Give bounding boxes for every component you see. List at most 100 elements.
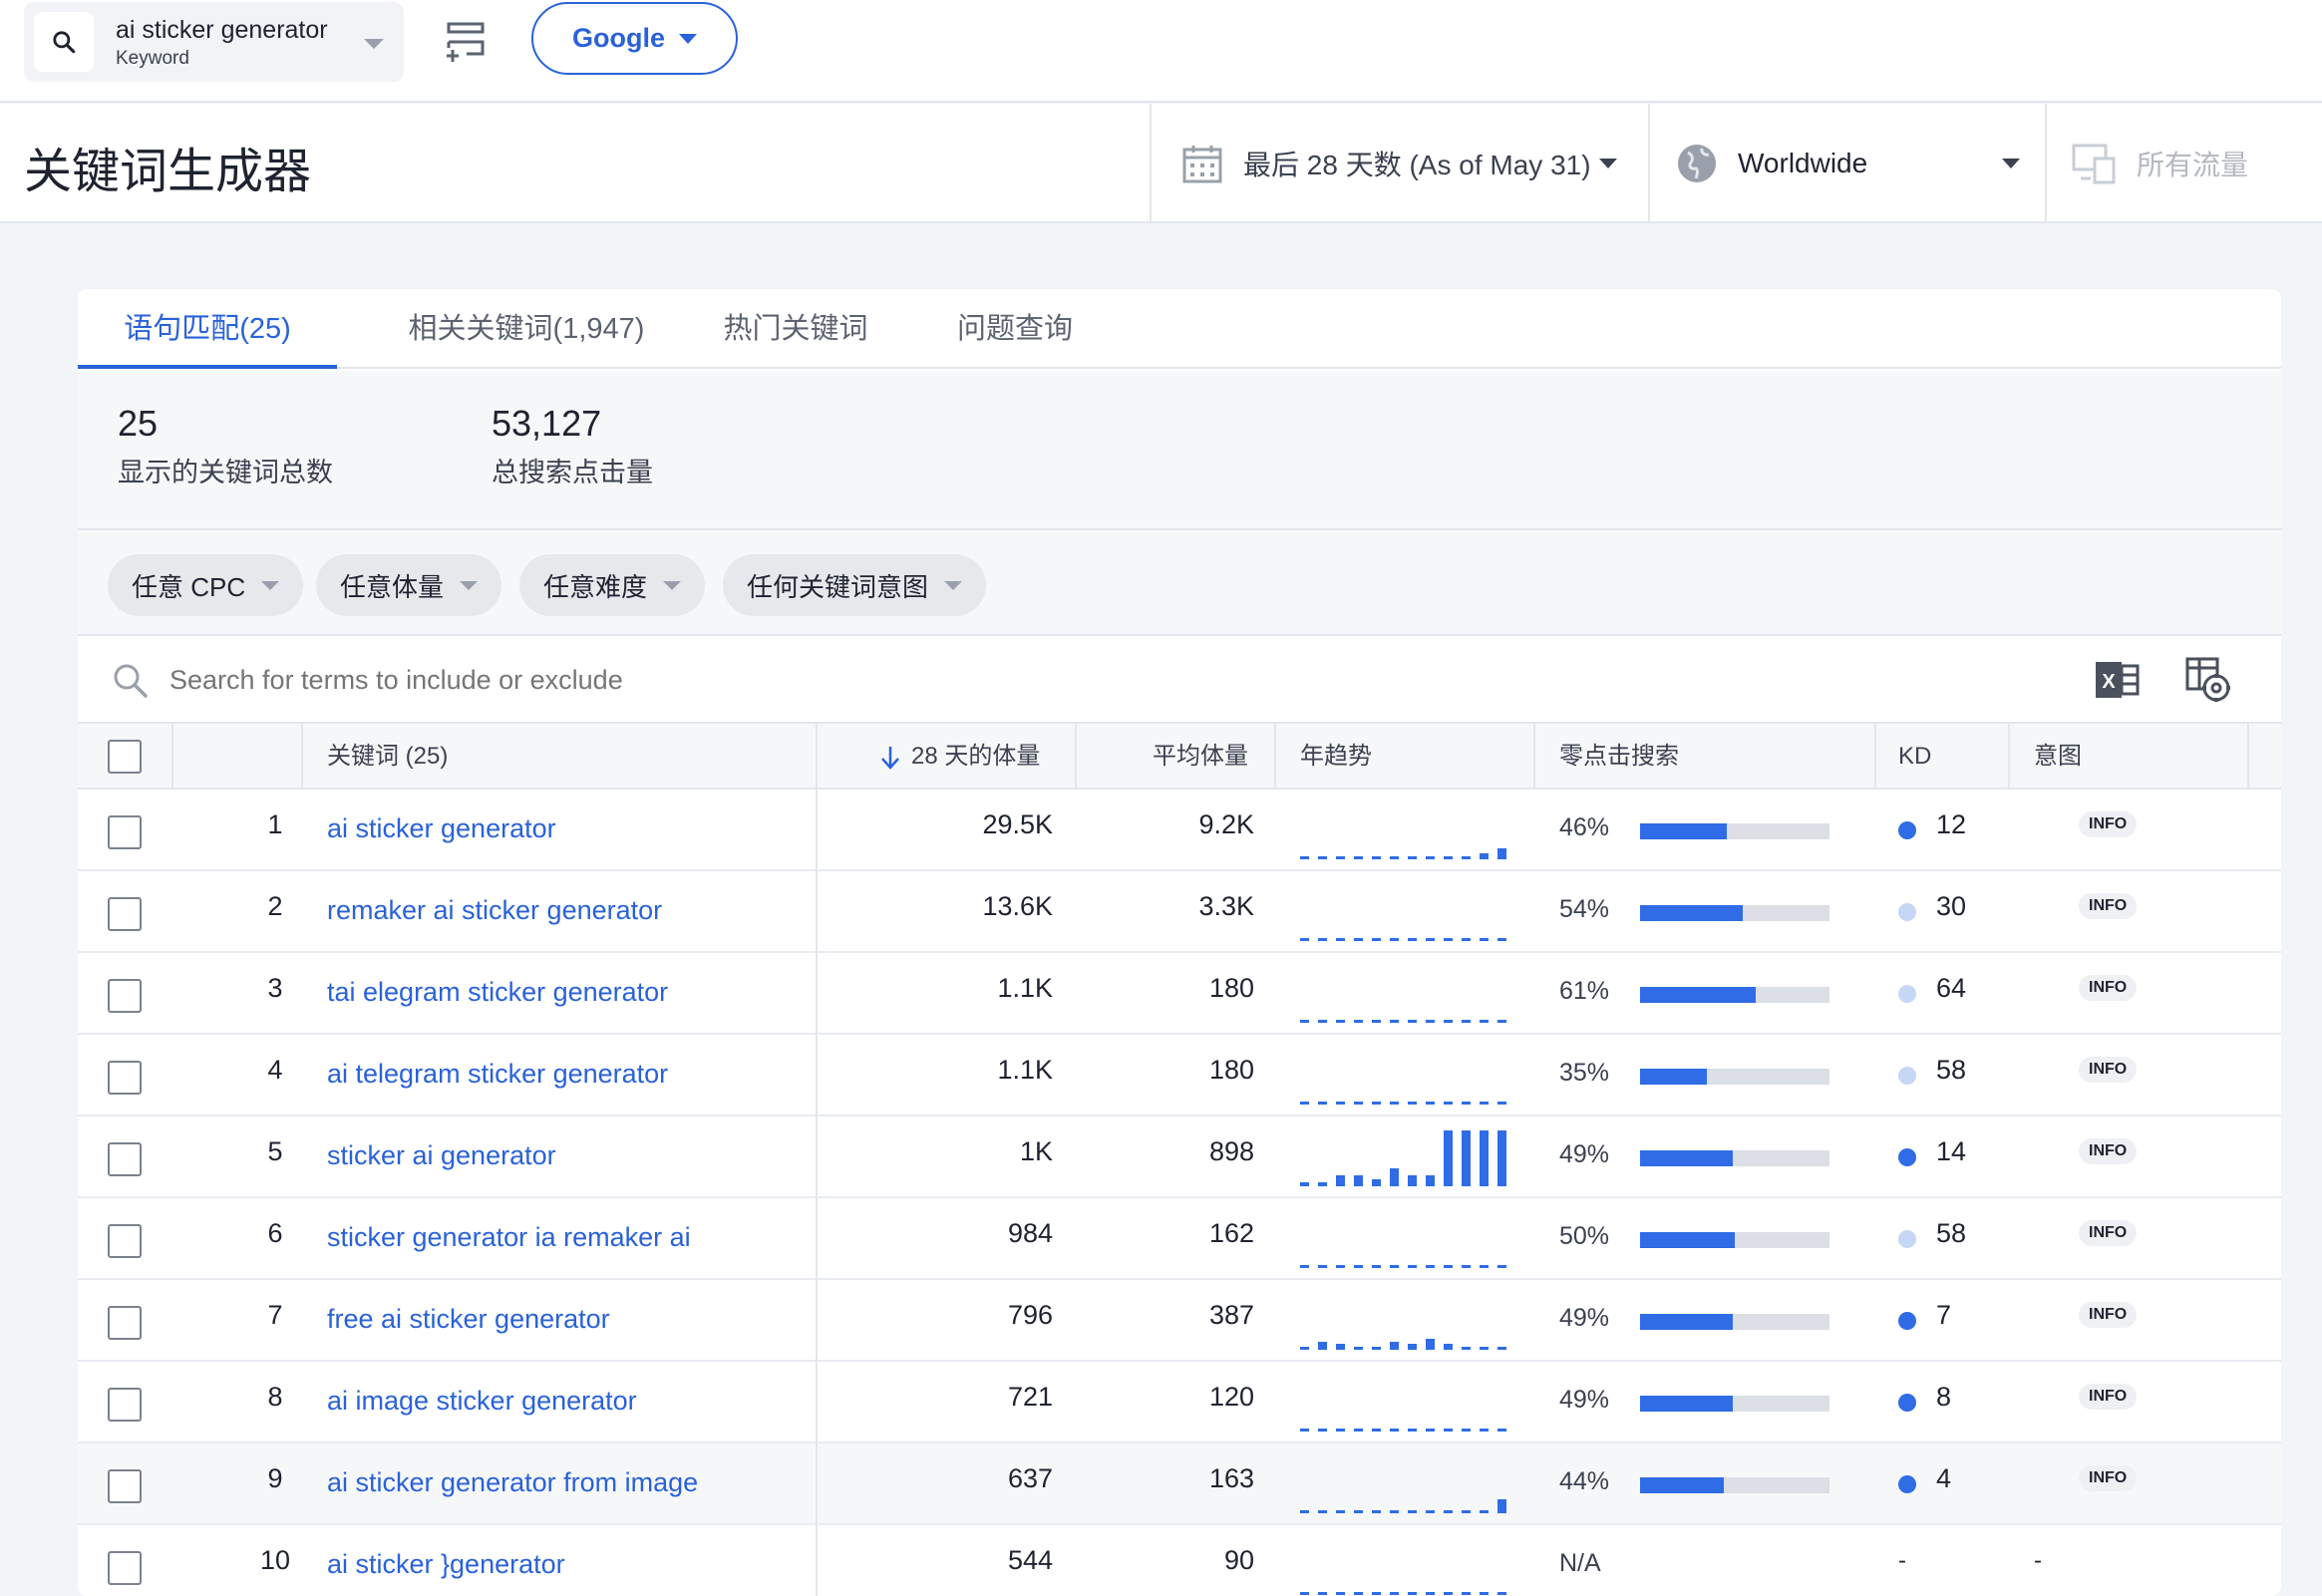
- trend-bar: [1318, 1265, 1327, 1268]
- top-bar: ai sticker generator Keyword Google: [0, 0, 2322, 103]
- keyword-link[interactable]: ai sticker generator: [327, 813, 556, 844]
- trend-bar: [1408, 856, 1417, 859]
- row-checkbox[interactable]: [108, 1224, 142, 1258]
- compare-add-icon[interactable]: [443, 20, 489, 64]
- filter-label: 任意难度: [543, 571, 648, 602]
- keyword-link[interactable]: ai sticker generator from image: [327, 1467, 698, 1498]
- trend-sparkline: [1300, 1592, 1506, 1595]
- trend-bar: [1354, 1102, 1363, 1105]
- volume-value: 1.1K: [997, 1055, 1053, 1085]
- keyword-selector[interactable]: ai sticker generator Keyword: [24, 2, 404, 82]
- trend-bar: [1354, 1592, 1363, 1595]
- row-checkbox[interactable]: [108, 1388, 142, 1422]
- row-checkbox[interactable]: [108, 1306, 142, 1340]
- excel-export-icon[interactable]: X: [2094, 656, 2142, 704]
- row-checkbox[interactable]: [108, 1469, 142, 1503]
- row-checkbox[interactable]: [108, 979, 142, 1013]
- keyword-link[interactable]: tai elegram sticker generator: [327, 977, 668, 1008]
- column-header-avg[interactable]: 平均体量: [1153, 724, 1248, 790]
- trend-bar: [1318, 1342, 1327, 1350]
- row-index: 9: [267, 1463, 283, 1493]
- trend-bar: [1480, 1102, 1489, 1105]
- filter-intent[interactable]: 任何关键词意图: [723, 554, 987, 616]
- table-row[interactable]: 6 sticker generator ia remaker ai 984 162 50…: [78, 1198, 2281, 1280]
- zero-click-value: N/A: [1559, 1549, 1601, 1577]
- column-header-keyword[interactable]: 关键词 (25): [327, 724, 448, 790]
- table-row[interactable]: 7 free ai sticker generator 796 387 49% 7 INFO: [78, 1280, 2281, 1362]
- table-row[interactable]: 1 ai sticker generator 29.5K 9.2K 46% 12 INFO: [78, 790, 2281, 871]
- trend-bar: [1336, 938, 1345, 941]
- row-checkbox[interactable]: [108, 815, 142, 849]
- filter-volume[interactable]: 任意体量: [316, 554, 502, 616]
- search-button[interactable]: [34, 12, 94, 72]
- tab-popular-keywords[interactable]: 热门关键词: [696, 289, 895, 369]
- trend-bar: [1318, 1020, 1327, 1023]
- keyword-link[interactable]: ai sticker }generator: [327, 1549, 565, 1580]
- table-row[interactable]: 8 ai image sticker generator 721 120 49% 8 INF…: [78, 1362, 2281, 1443]
- column-header-volume[interactable]: 28 天的体量: [879, 724, 1040, 790]
- filter-difficulty[interactable]: 任意难度: [519, 554, 706, 616]
- column-header-kd[interactable]: KD: [1898, 724, 1931, 790]
- zero-click-value: 46%: [1559, 813, 1610, 841]
- trend-sparkline: [1300, 848, 1506, 859]
- stat-keyword-count: 25 显示的关键词总数: [118, 403, 333, 489]
- chevron-down-icon: [2002, 159, 2020, 168]
- trend-bar: [1426, 1175, 1435, 1186]
- results-card: 语句匹配(25) 相关关键词(1,947) 热门关键词 问题查询 25 显示的关…: [78, 289, 2281, 1596]
- row-checkbox[interactable]: [108, 897, 142, 931]
- volume-value: 637: [1007, 1463, 1053, 1493]
- table-header: 关键词 (25) 28 天的体量 平均体量 年趋势 零点击搜索 KD 意图: [78, 724, 2281, 790]
- column-settings-icon[interactable]: [2184, 656, 2232, 704]
- row-checkbox[interactable]: [108, 1061, 142, 1095]
- keyword-link[interactable]: ai telegram sticker generator: [327, 1059, 668, 1090]
- row-index: 8: [267, 1382, 283, 1412]
- trend-sparkline: [1300, 1429, 1506, 1432]
- table-row[interactable]: 2 remaker ai sticker generator 13.6K 3.3K 54…: [78, 871, 2281, 953]
- table-row[interactable]: 5 sticker ai generator 1K 898 49% 14 INFO: [78, 1117, 2281, 1198]
- search-engine-selector[interactable]: Google: [531, 2, 738, 75]
- date-range-selector[interactable]: 最后 28 天数 (As of May 31): [1150, 104, 1648, 223]
- column-header-intent[interactable]: 意图: [2034, 724, 2082, 790]
- zero-click-bar: [1640, 1069, 1829, 1085]
- intent-badge: INFO: [2079, 811, 2138, 837]
- trend-bar: [1408, 1020, 1417, 1023]
- keyword-link[interactable]: sticker generator ia remaker ai: [327, 1222, 691, 1253]
- trend-bar: [1497, 848, 1506, 859]
- tab-questions[interactable]: 问题查询: [915, 289, 1115, 369]
- location-label: Worldwide: [1738, 148, 1868, 178]
- row-checkbox[interactable]: [108, 1142, 142, 1176]
- filter-cpc[interactable]: 任意 CPC: [108, 554, 304, 616]
- table-row[interactable]: 10 ai sticker }generator 544 90 N/A - -: [78, 1525, 2281, 1596]
- keyword-link[interactable]: ai image sticker generator: [327, 1386, 637, 1417]
- trend-bar: [1497, 1592, 1506, 1595]
- kd-value: 8: [1936, 1382, 1952, 1412]
- tab-phrase-match[interactable]: 语句匹配(25): [78, 289, 337, 369]
- chevron-down-icon: [944, 580, 963, 590]
- zero-click-bar-fill: [1640, 1232, 1735, 1248]
- table-row[interactable]: 3 tai elegram sticker generator 1.1K 180 61%…: [78, 953, 2281, 1035]
- table-row[interactable]: 4 ai telegram sticker generator 1.1K 180 35%…: [78, 1035, 2281, 1117]
- kd-value: 58: [1936, 1055, 1967, 1085]
- select-all-checkbox[interactable]: [108, 740, 142, 774]
- kd-indicator: [1898, 1230, 1916, 1248]
- zero-click-value: 44%: [1559, 1467, 1610, 1495]
- column-header-zero-click[interactable]: 零点击搜索: [1559, 724, 1679, 790]
- zero-click-value: 54%: [1559, 895, 1610, 923]
- trend-bar: [1444, 1020, 1453, 1023]
- table-row[interactable]: 9 ai sticker generator from image 637 163 44…: [78, 1443, 2281, 1525]
- row-checkbox[interactable]: [108, 1551, 142, 1585]
- search-icon: [53, 31, 76, 54]
- trend-bar: [1300, 938, 1309, 941]
- keyword-link[interactable]: remaker ai sticker generator: [327, 895, 662, 926]
- filter-label: 任何关键词意图: [747, 571, 929, 602]
- keyword-link[interactable]: free ai sticker generator: [327, 1304, 610, 1335]
- trend-bar: [1462, 1102, 1471, 1105]
- tab-related-keywords[interactable]: 相关关键词(1,947): [377, 289, 676, 369]
- kd-value: 30: [1936, 891, 1967, 921]
- trend-bar: [1336, 1102, 1345, 1105]
- keyword-link[interactable]: sticker ai generator: [327, 1140, 556, 1171]
- table-search-input[interactable]: [169, 660, 1565, 700]
- location-selector[interactable]: Worldwide: [1648, 104, 2045, 223]
- stat-value: 53,127: [492, 403, 602, 444]
- trend-bar: [1354, 1429, 1363, 1432]
